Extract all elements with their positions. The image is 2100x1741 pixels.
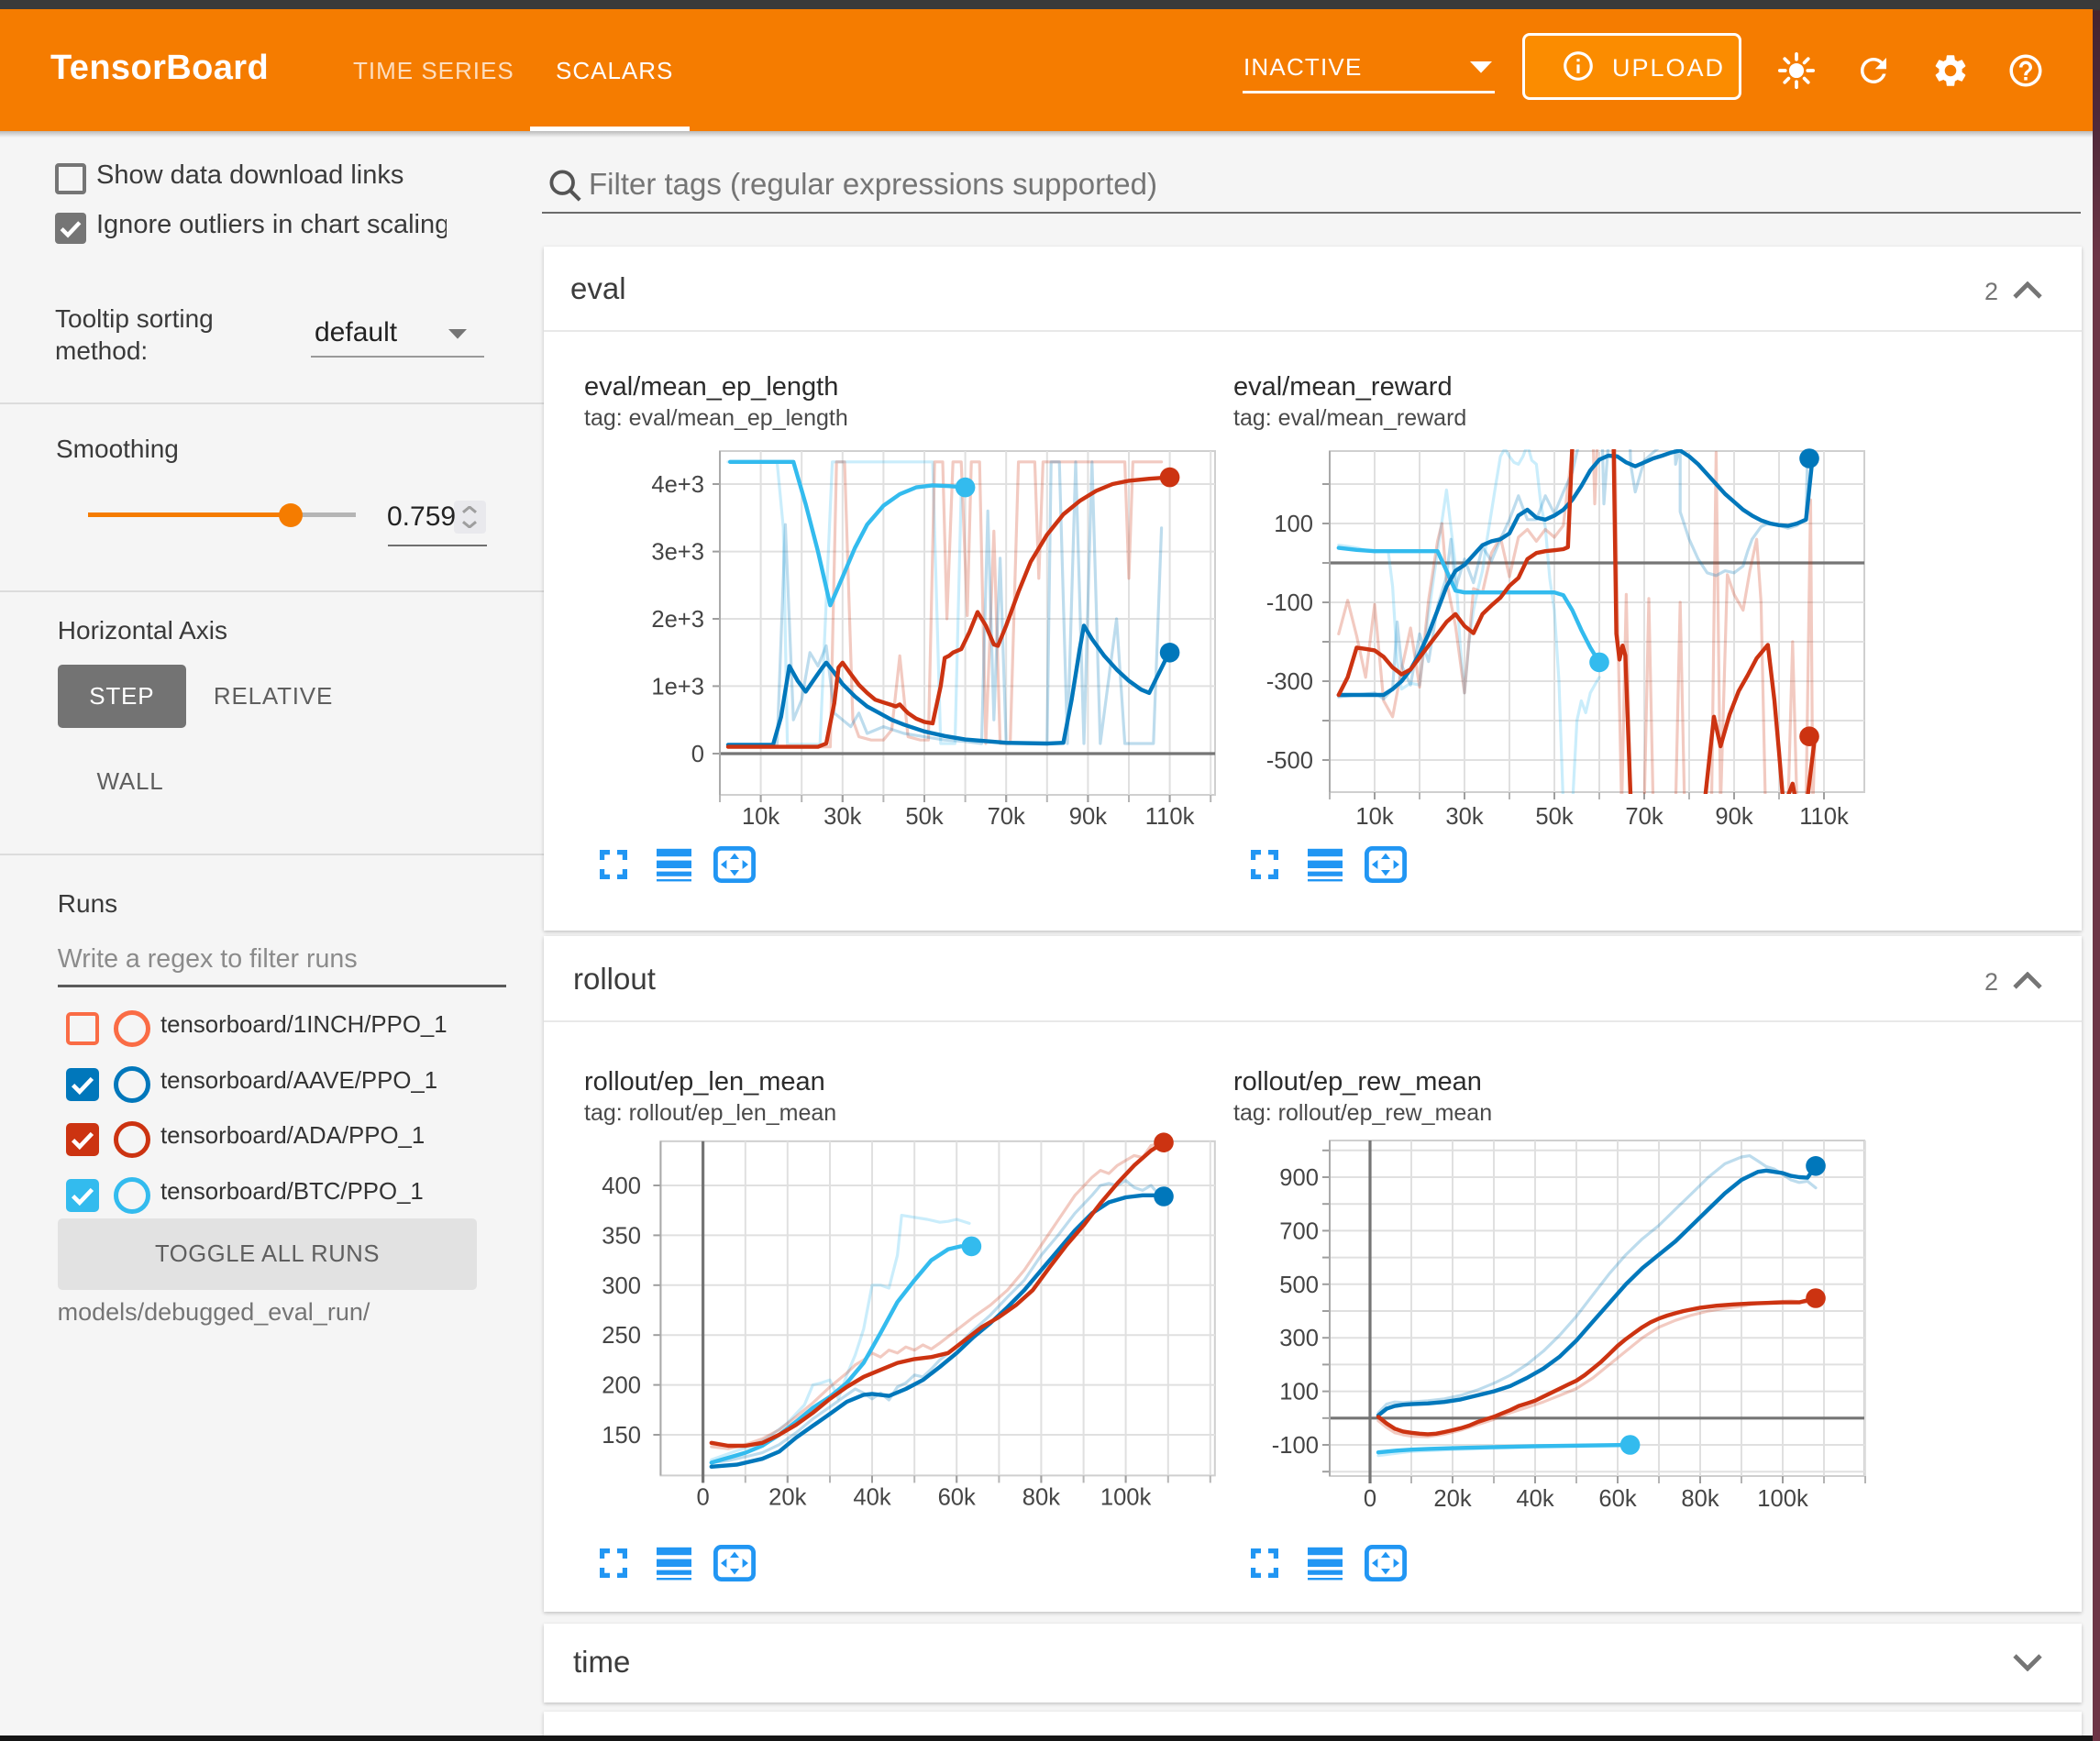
svg-text:350: 350 [602, 1223, 641, 1249]
svg-text:20k: 20k [1433, 1486, 1471, 1512]
svg-text:0: 0 [696, 1484, 709, 1510]
svg-text:80k: 80k [1681, 1486, 1719, 1512]
svg-text:250: 250 [602, 1323, 641, 1349]
svg-text:60k: 60k [1598, 1486, 1636, 1512]
svg-text:70k: 70k [1625, 804, 1663, 830]
svg-text:10k: 10k [742, 804, 779, 830]
svg-text:2e+3: 2e+3 [651, 607, 704, 633]
svg-text:90k: 90k [1715, 804, 1752, 830]
svg-text:40k: 40k [1516, 1486, 1553, 1512]
svg-text:100k: 100k [1100, 1484, 1152, 1510]
svg-text:500: 500 [1279, 1273, 1319, 1298]
svg-text:150: 150 [602, 1423, 641, 1449]
svg-text:50k: 50k [1535, 804, 1573, 830]
svg-text:60k: 60k [938, 1484, 976, 1510]
svg-text:400: 400 [602, 1174, 641, 1199]
svg-text:1e+3: 1e+3 [651, 675, 704, 700]
svg-text:100: 100 [1274, 512, 1313, 537]
svg-text:10k: 10k [1355, 804, 1393, 830]
svg-text:40k: 40k [853, 1484, 890, 1510]
svg-text:3e+3: 3e+3 [651, 539, 704, 565]
svg-text:-500: -500 [1266, 748, 1313, 774]
svg-text:80k: 80k [1022, 1484, 1060, 1510]
svg-text:700: 700 [1279, 1218, 1319, 1244]
svg-text:70k: 70k [988, 804, 1025, 830]
svg-text:-100: -100 [1266, 590, 1313, 616]
svg-text:0: 0 [1364, 1486, 1376, 1512]
svg-text:-300: -300 [1266, 669, 1313, 695]
svg-text:90k: 90k [1069, 804, 1107, 830]
svg-text:100: 100 [1279, 1380, 1319, 1405]
svg-text:50k: 50k [905, 804, 943, 830]
svg-text:100k: 100k [1757, 1486, 1808, 1512]
svg-text:30k: 30k [1445, 804, 1483, 830]
svg-text:0: 0 [691, 742, 704, 767]
svg-text:110k: 110k [1145, 804, 1195, 830]
svg-text:900: 900 [1279, 1165, 1319, 1191]
svg-text:110k: 110k [1799, 804, 1849, 830]
svg-text:30k: 30k [823, 804, 861, 830]
svg-text:20k: 20k [768, 1484, 806, 1510]
svg-text:200: 200 [602, 1373, 641, 1399]
svg-text:-100: -100 [1272, 1433, 1319, 1459]
svg-text:300: 300 [602, 1273, 641, 1299]
svg-text:300: 300 [1279, 1326, 1319, 1351]
svg-text:4e+3: 4e+3 [651, 472, 704, 498]
